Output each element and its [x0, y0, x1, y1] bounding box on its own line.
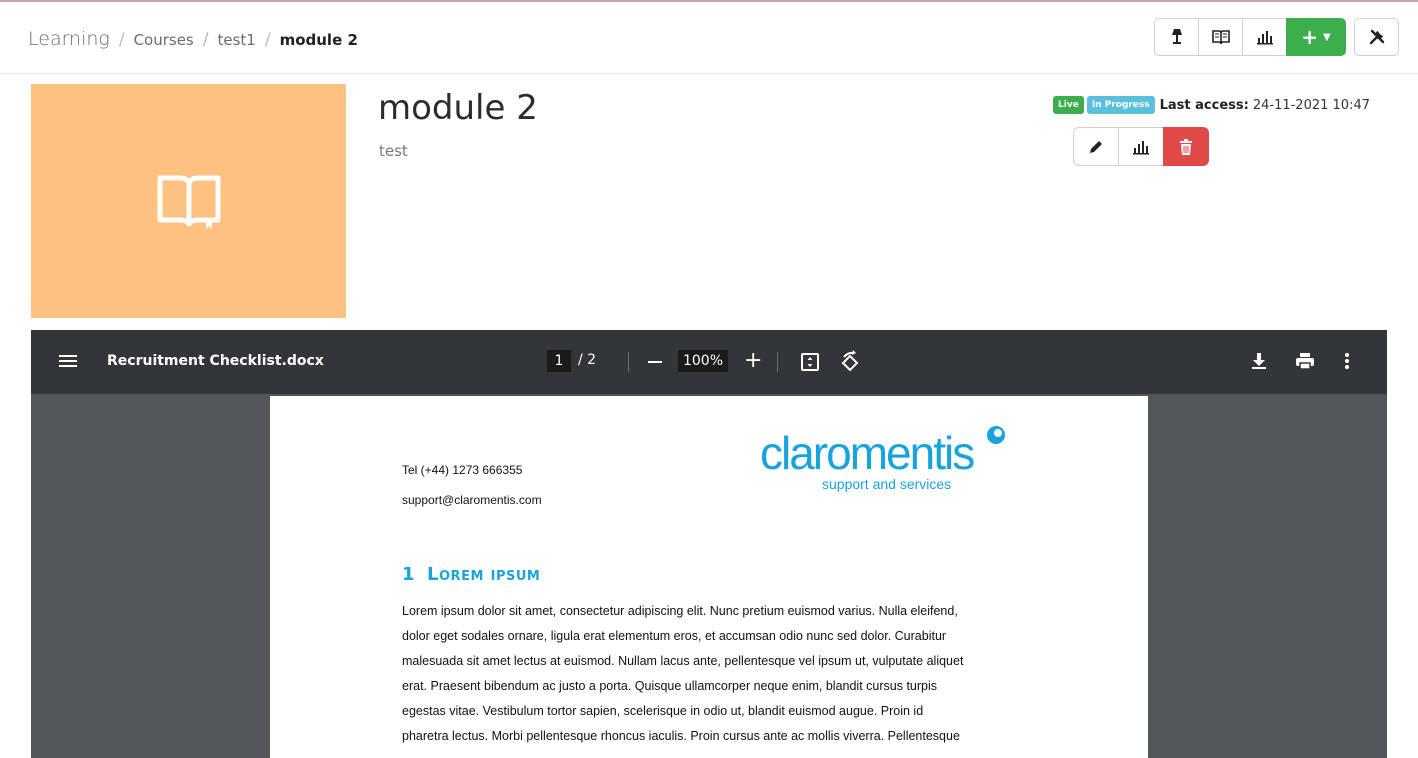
rotate-icon[interactable] — [839, 350, 861, 374]
tools-button[interactable] — [1354, 18, 1399, 56]
menu-icon[interactable] — [59, 353, 77, 369]
page-number-input[interactable]: 1 — [547, 350, 571, 372]
status-badge-live: Live — [1053, 96, 1084, 114]
breadcrumb: Learning / Courses / test1 / module 2 — [28, 28, 358, 50]
plus-icon: + — [1301, 25, 1319, 49]
zoom-level-input[interactable]: 100% — [678, 350, 728, 372]
trash-icon — [1180, 138, 1192, 155]
toolbar-divider — [628, 352, 629, 372]
last-access-label: Last access: — [1159, 97, 1249, 113]
paragraph: Lorem ipsum dolor sit amet, consectetur … — [402, 599, 1042, 749]
section-number: 1 — [402, 564, 416, 585]
print-icon[interactable] — [1295, 352, 1315, 370]
pencil-icon — [1090, 140, 1102, 153]
edit-button[interactable] — [1073, 127, 1119, 166]
bar-chart-icon — [1133, 140, 1149, 154]
page-header: Learning / Courses / test1 / module 2 + … — [0, 2, 1418, 74]
breadcrumb-current: module 2 — [279, 31, 358, 49]
lamp-button[interactable] — [1154, 18, 1199, 56]
logo-wordmark: claromentis — [760, 427, 975, 479]
module-stats-button[interactable] — [1118, 127, 1164, 166]
module-description: test — [379, 142, 408, 160]
status-badge-progress: In Progress — [1086, 96, 1155, 114]
breadcrumb-separator: / — [202, 30, 209, 50]
lamp-icon — [1171, 29, 1182, 44]
contact-block: Tel (+44) 1273 666355 support@claromenti… — [402, 455, 542, 515]
caret-down-icon: ▼ — [1323, 31, 1331, 43]
zoom-out-button[interactable] — [648, 361, 662, 363]
company-logo: claromentis support and services — [760, 424, 1020, 494]
book-icon — [1211, 30, 1230, 45]
tools-icon — [1369, 29, 1384, 45]
header-toolbar: + ▼ — [1154, 18, 1346, 56]
section-heading: 1 Lorem ipsum — [402, 564, 540, 585]
document-filename: Recruitment Checklist.docx — [107, 353, 324, 369]
breadcrumb-separator: / — [118, 30, 125, 50]
section-title: Lorem ipsum — [427, 564, 541, 585]
pdf-viewer: Recruitment Checklist.docx 1 / 2 100% + — [31, 330, 1387, 758]
page-title: module 2 — [378, 88, 538, 128]
book-button[interactable] — [1198, 18, 1243, 56]
paragraph-line: erat. Praesent bibendum ac justo a porta… — [402, 679, 938, 693]
add-button[interactable]: + ▼ — [1286, 18, 1346, 56]
breadcrumb-course[interactable]: test1 — [217, 31, 255, 49]
module-status: Live In Progress Last access: 24-11-2021… — [1053, 96, 1370, 114]
app-window: Learning / Courses / test1 / module 2 + … — [0, 0, 1418, 758]
stats-button[interactable] — [1242, 18, 1287, 56]
viewer-toolbar: Recruitment Checklist.docx 1 / 2 100% + — [31, 330, 1387, 394]
module-actions — [1073, 127, 1209, 166]
breadcrumb-courses[interactable]: Courses — [134, 31, 194, 49]
contact-phone: Tel (+44) 1273 666355 — [402, 463, 523, 477]
module-thumbnail — [31, 84, 346, 318]
download-icon[interactable] — [1251, 352, 1267, 370]
paragraph-line: malesuada sit amet lectus at euismod. Nu… — [402, 654, 964, 668]
paragraph-line: egestas vitae. Vestibulum tortor sapien,… — [402, 704, 924, 718]
last-access-value: 24-11-2021 10:47 — [1252, 97, 1370, 113]
breadcrumb-learning[interactable]: Learning — [28, 28, 110, 50]
breadcrumb-separator: / — [264, 30, 271, 50]
paragraph-line: pharetra lectus. Morbi pellentesque rhon… — [402, 729, 960, 743]
fit-page-icon[interactable] — [800, 352, 820, 372]
contact-email: support@claromentis.com — [402, 493, 542, 507]
more-options-icon[interactable] — [1344, 352, 1350, 370]
page-total: / 2 — [578, 352, 597, 368]
delete-button[interactable] — [1163, 127, 1209, 166]
logo-tagline: support and services — [822, 476, 952, 492]
logo-eye-icon — [987, 426, 1005, 444]
paragraph-line: Lorem ipsum dolor sit amet, consectetur … — [402, 604, 958, 618]
document-page: Tel (+44) 1273 666355 support@claromenti… — [270, 396, 1148, 758]
paragraph-line: dolor eget sodales ornare, ligula erat e… — [402, 629, 947, 643]
toolbar-divider — [777, 352, 778, 372]
bar-chart-icon — [1256, 31, 1273, 45]
zoom-in-button[interactable]: + — [744, 350, 762, 372]
book-open-icon — [157, 175, 220, 229]
